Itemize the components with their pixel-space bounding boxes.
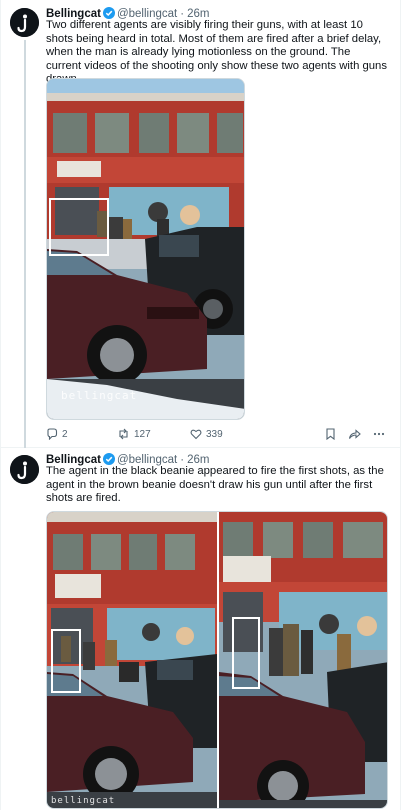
- more-button[interactable]: [373, 426, 385, 442]
- avatar[interactable]: [10, 455, 39, 484]
- video-frame: [47, 512, 387, 808]
- thread-line: [24, 40, 26, 448]
- video-frame: [47, 79, 244, 419]
- avatar-logo: [10, 455, 39, 484]
- post-2-text: The agent in the black beanie appeared t…: [46, 465, 384, 505]
- like-count: 339: [206, 428, 223, 440]
- post-1-video[interactable]: bellingcat: [46, 78, 245, 420]
- bookmark-button[interactable]: [325, 426, 336, 442]
- video-watermark: bellingcat: [51, 796, 116, 806]
- repost-count: 127: [134, 428, 151, 440]
- bookmark-icon: [326, 428, 335, 440]
- reply-icon: [47, 428, 58, 440]
- share-icon: [348, 429, 361, 439]
- share-button[interactable]: [348, 426, 361, 442]
- more-icon: [373, 432, 385, 436]
- post-2-video[interactable]: bellingcat: [46, 511, 388, 809]
- post-1-actions: 2 127 339: [46, 426, 388, 442]
- like-button[interactable]: 339: [190, 426, 223, 442]
- video-watermark: bellingcat: [61, 389, 138, 402]
- avatar[interactable]: [10, 8, 39, 37]
- reply-count: 2: [62, 428, 68, 440]
- post-1-text: Two different agents are visibly firing …: [46, 19, 387, 85]
- like-icon: [190, 429, 202, 440]
- avatar-logo: [10, 8, 39, 37]
- repost-icon: [119, 428, 128, 440]
- repost-button[interactable]: 127: [117, 426, 151, 442]
- reply-button[interactable]: 2: [46, 426, 68, 442]
